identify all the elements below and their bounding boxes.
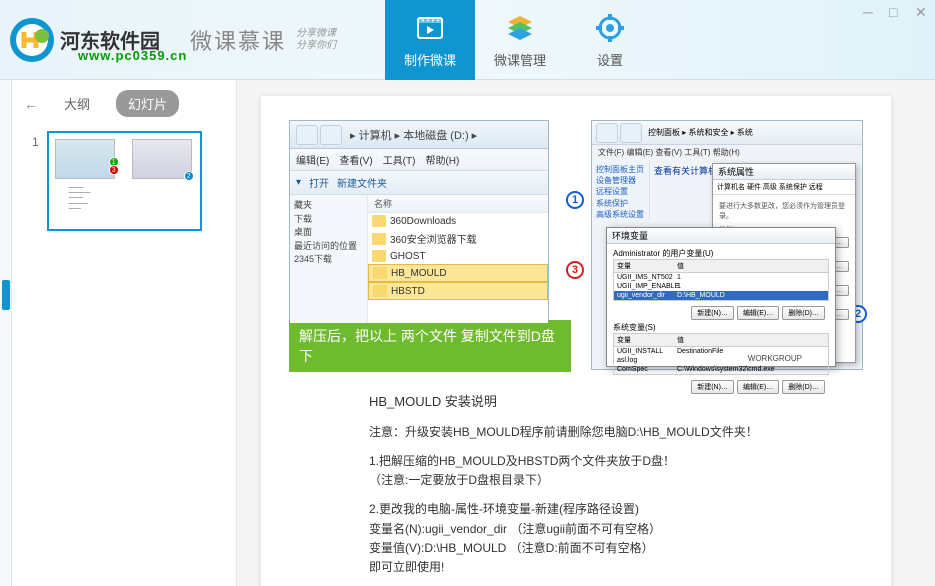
explorer-toolbar: ▾ 打开 新建文件夹 (290, 171, 548, 195)
dialog-title: 环境变量 (607, 228, 835, 244)
folder-icon (372, 233, 386, 245)
nav-label: 设置 (597, 50, 623, 69)
toolbar-new-folder: 新建文件夹 (337, 175, 387, 190)
breadcrumb: 控制面板 ▸ 系统和安全 ▸ 系统 (648, 127, 753, 138)
tab-outline[interactable]: 大纲 (52, 90, 102, 117)
nav-manage-course[interactable]: 微课管理 (475, 0, 565, 80)
main-area: ← 大纲 幻灯片 1 1 2 3 ━━━━━━━━━━━━━━━━━━━━━━━… (0, 80, 935, 586)
file-row: 360安全浏览器下载 (368, 229, 548, 248)
nav-settings[interactable]: 设置 (565, 0, 655, 80)
btn-edit: 编辑(E)… (737, 306, 779, 320)
step-2d: 即可立即使用! (369, 560, 444, 574)
nav-desktop: 桌面 (294, 226, 363, 240)
screenshot-explorer: ▸ 计算机 ▸ 本地磁盘 (D:) ▸ 编辑(E) 查看(V) 工具(T) 帮助… (289, 120, 571, 372)
file-row-selected: HB_MOULD (368, 264, 548, 282)
logo-area: 河东软件园 微课慕课 分享微课 分享你们 (0, 16, 380, 64)
sidebar-top: ← 大纲 幻灯片 (12, 80, 236, 127)
slide-canvas: ▸ 计算机 ▸ 本地磁盘 (D:) ▸ 编辑(E) 查看(V) 工具(T) 帮助… (261, 96, 891, 586)
nav-label: 制作微课 (404, 50, 456, 69)
watermark-url: www.pc0359.cn (78, 48, 187, 63)
explorer-file-list: 名称 360Downloads 360安全浏览器下载 GHOST HB_MOUL… (368, 195, 548, 323)
close-button[interactable]: ✕ (915, 4, 929, 18)
folder-icon (372, 215, 386, 227)
menu-tools: 工具(T) (383, 152, 416, 167)
folder-icon (372, 250, 386, 262)
sidebar-toggle-handle[interactable] (2, 280, 10, 310)
explorer-address-bar: ▸ 计算机 ▸ 本地磁盘 (D:) ▸ (290, 121, 548, 149)
logo-icon (8, 16, 56, 64)
screenshots-row: ▸ 计算机 ▸ 本地磁盘 (D:) ▸ 编辑(E) 查看(V) 工具(T) 帮助… (289, 120, 863, 372)
forward-button (320, 125, 342, 145)
minimize-button[interactable]: ─ (863, 4, 877, 18)
sidebar: ← 大纲 幻灯片 1 1 2 3 ━━━━━━━━━━━━━━━━━━━━━━━… (12, 80, 237, 586)
maximize-button[interactable]: □ (889, 4, 903, 18)
tagline: 分享微课 分享你们 (296, 28, 336, 52)
topbar: 河东软件园 微课慕课 分享微课 分享你们 www.pc0359.cn 制作微课 … (0, 0, 935, 80)
back-button (296, 125, 318, 145)
top-nav: 制作微课 微课管理 设置 (385, 0, 655, 80)
instructions: HB_MOULD 安装说明 注意：升级安装HB_MOULD程序前请删除您电脑D:… (369, 392, 863, 577)
nav-downloads: 下载 (294, 213, 363, 227)
explorer-nav-pane: 藏夹 下载 桌面 最近访问的位置 2345下载 (290, 195, 368, 323)
nav-label: 微课管理 (494, 50, 546, 69)
tagline-1: 分享微课 (296, 28, 336, 40)
step-2c: 变量值(V):D:\HB_MOULD （注意D:前面不可有空格） (369, 541, 654, 555)
canvas-wrap[interactable]: ▸ 计算机 ▸ 本地磁盘 (D:) ▸ 编辑(E) 查看(V) 工具(T) 帮助… (237, 80, 935, 586)
menu-help: 帮助(H) (425, 152, 459, 167)
caption-bar: 解压后，把以上 两个文件 复制文件到D盘下 (289, 320, 571, 372)
step-1b: （注意:一定要放于D盘根目录下） (369, 473, 549, 487)
folder-icon (373, 285, 387, 297)
folder-icon (373, 267, 387, 279)
sub-brand: 微课慕课 (190, 24, 286, 56)
btn-delete: 删除(D)… (782, 306, 825, 320)
nav-2345: 2345下载 (294, 253, 363, 267)
slide-thumbnail[interactable]: 1 2 3 ━━━━━━━━━━━━━━━━━━━━━━━━━━━━━━━━━━ (47, 131, 202, 231)
btn-new: 新建(N)… (691, 306, 734, 320)
user-vars-label: Administrator 的用户变量(U) (613, 248, 829, 259)
window-controls: ─ □ ✕ (863, 4, 929, 18)
toolbar-open: 打开 (309, 175, 329, 190)
vertical-bar (0, 80, 12, 586)
system-menu: 文件(F) 编辑(E) 查看(V) 工具(T) 帮助(H) (592, 145, 862, 160)
step-1a: 1.把解压缩的HB_MOULD及HBSTD两个文件夹放于D盘！ (369, 454, 675, 468)
props-dialog-title: 系统属性 (713, 164, 855, 180)
layers-icon (502, 10, 538, 46)
file-row-selected: HBSTD (368, 282, 548, 300)
instructions-warning: 注意：升级安装HB_MOULD程序前请删除您电脑D:\HB_MOULD文件夹！ (369, 423, 863, 442)
slides-list: 1 1 2 3 ━━━━━━━━━━━━━━━━━━━━━━━━━━━━━━━━… (12, 127, 236, 245)
step-2a: 2.更改我的电脑-属性-环境变量-新建(程序路径设置) (369, 502, 639, 516)
badge-1: 1 (566, 191, 584, 209)
system-sidebar: 控制面板主页 设备管理器 远程设置 系统保护 高级系统设置 (592, 160, 650, 220)
menu-view: 查看(V) (339, 152, 372, 167)
env-vars-dialog: 环境变量 Administrator 的用户变量(U) 变量值 UGII_IMS… (606, 227, 836, 367)
system-address-bar: 控制面板 ▸ 系统和安全 ▸ 系统 (592, 121, 862, 145)
screenshot-system-properties: 1 2 3 控制面板 ▸ 系统和安全 ▸ 系统 文件(F) 编辑(E) 查看(V… (591, 120, 863, 370)
film-icon (412, 10, 448, 46)
breadcrumb-computer: 计算机 (359, 130, 392, 142)
nav-create-course[interactable]: 制作微课 (385, 0, 475, 80)
step-2b: 变量名(N):ugii_vendor_dir （注意ugii前面不可有空格） (369, 522, 661, 536)
column-name: 名称 (368, 195, 548, 213)
badge-3: 3 (566, 261, 584, 279)
nav-favorites: 藏夹 (294, 199, 363, 213)
props-tabs: 计算机名 硬件 高级 系统保护 远程 (713, 180, 855, 195)
gear-icon (592, 10, 628, 46)
slide-thumb-row: 1 1 2 3 ━━━━━━━━━━━━━━━━━━━━━━━━━━━━━━━━… (32, 131, 216, 231)
tab-slides[interactable]: 幻灯片 (116, 90, 179, 117)
slide-number: 1 (32, 135, 39, 149)
breadcrumb-disk: 本地磁盘 (D:) (403, 130, 468, 142)
menu-edit: 编辑(E) (296, 152, 329, 167)
sys-vars-label: 系统变量(S) (613, 322, 829, 333)
explorer-menu: 编辑(E) 查看(V) 工具(T) 帮助(H) (290, 149, 548, 171)
file-row: GHOST (368, 248, 548, 264)
workgroup-label: WORKGROUP (748, 354, 802, 363)
file-row: 360Downloads (368, 213, 548, 229)
back-arrow-icon[interactable]: ← (24, 96, 38, 112)
nav-recent: 最近访问的位置 (294, 240, 363, 254)
tagline-2: 分享你们 (296, 40, 336, 52)
